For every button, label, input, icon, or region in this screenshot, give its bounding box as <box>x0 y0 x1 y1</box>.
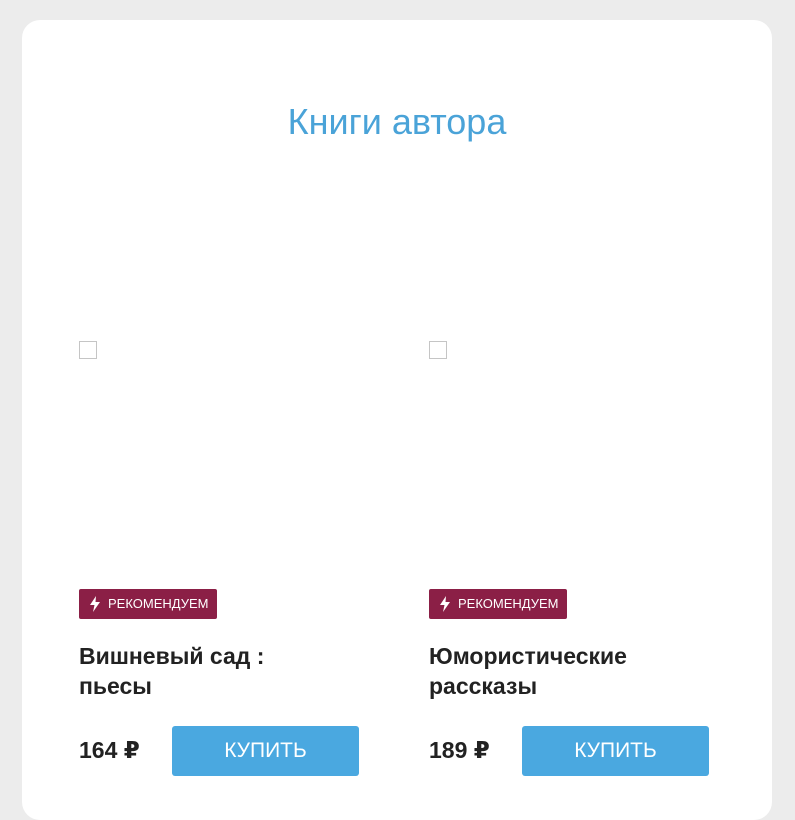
book-card: РЕКОМЕНДУЕМ Вишневый сад : пьесы 164 ₽ К… <box>22 20 359 820</box>
book-title-link[interactable]: Вишневый сад : пьесы <box>79 641 319 701</box>
buy-button[interactable]: КУПИТЬ <box>522 726 709 776</box>
buy-button[interactable]: КУПИТЬ <box>172 726 359 776</box>
recommended-badge: РЕКОМЕНДУЕМ <box>79 589 218 619</box>
recommended-badge: РЕКОМЕНДУЕМ <box>429 589 568 619</box>
badge-label: РЕКОМЕНДУЕМ <box>458 596 559 611</box>
book-price: 164 ₽ <box>79 737 140 763</box>
badge-label: РЕКОМЕНДУЕМ <box>108 596 209 611</box>
broken-image-icon[interactable] <box>79 341 97 359</box>
author-books-panel: Книги автора РЕКОМЕНДУЕМ Вишневый сад : … <box>22 20 772 820</box>
book-price: 189 ₽ <box>429 737 490 763</box>
lightning-icon <box>440 596 450 612</box>
book-card: РЕКОМЕНДУЕМ Юмористические рассказы 189 … <box>372 20 709 820</box>
broken-image-icon[interactable] <box>429 341 447 359</box>
lightning-icon <box>90 596 100 612</box>
book-title-link[interactable]: Юмористические рассказы <box>429 641 669 701</box>
